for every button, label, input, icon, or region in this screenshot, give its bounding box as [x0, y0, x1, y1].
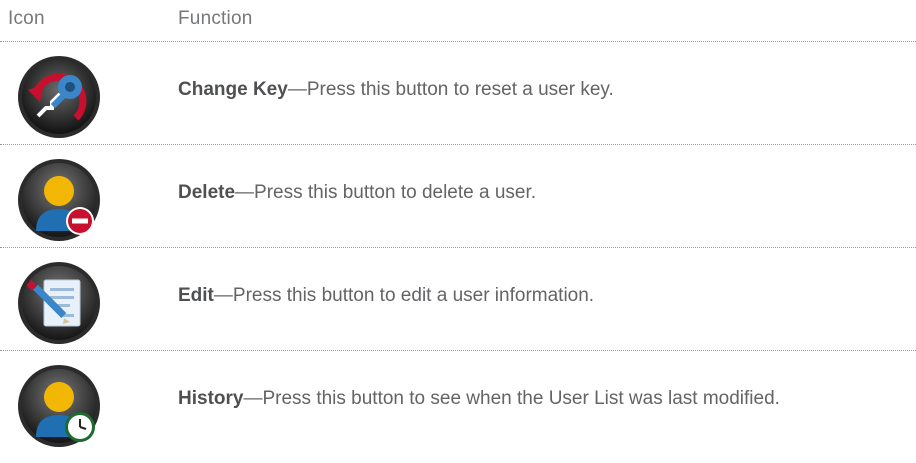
row-text: Press this button to delete a user.	[254, 182, 537, 203]
edit-user-icon	[16, 260, 102, 346]
change-key-icon	[16, 54, 102, 140]
row-description: Edit—Press this button to edit a user in…	[178, 285, 595, 306]
table-row-delete: Delete—Press this button to delete a use…	[0, 145, 916, 248]
row-description: History—Press this button to see when th…	[178, 388, 780, 409]
history-icon	[16, 363, 102, 449]
function-column-header: Function	[178, 8, 253, 29]
row-term: History	[178, 388, 244, 409]
table-header: Icon Function	[0, 0, 916, 42]
table-row-change-key: Change Key—Press this button to reset a …	[0, 42, 916, 145]
row-text: Press this button to reset a user key.	[306, 79, 614, 100]
row-term: Edit	[178, 285, 214, 306]
table-row-history: History—Press this button to see when th…	[0, 351, 916, 454]
row-term: Change Key	[178, 79, 288, 100]
row-text: Press this button to edit a user informa…	[232, 285, 595, 306]
icon-column-header: Icon	[8, 8, 45, 29]
row-description: Delete—Press this button to delete a use…	[178, 182, 537, 203]
row-term: Delete	[178, 182, 236, 203]
row-text: Press this button to see when the User L…	[262, 388, 780, 409]
table-row-edit: Edit—Press this button to edit a user in…	[0, 248, 916, 351]
row-description: Change Key—Press this button to reset a …	[178, 79, 614, 100]
delete-user-icon	[16, 157, 102, 243]
